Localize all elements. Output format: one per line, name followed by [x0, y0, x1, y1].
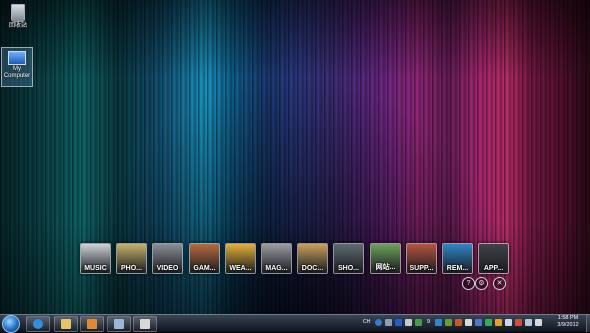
dock-tile-label: REM... — [446, 265, 469, 272]
desktop-icon-label: My Computer — [3, 66, 31, 79]
dock-tile[interactable]: MUSIC — [80, 243, 111, 274]
dock-tile[interactable]: DOC... — [297, 243, 328, 274]
clock-date: 3/9/2012 — [557, 322, 579, 328]
dock-tile-label: 网站... — [375, 264, 396, 271]
media-player-icon — [87, 319, 97, 329]
taskbar-button[interactable] — [107, 316, 131, 332]
trash-icon — [11, 4, 25, 22]
start-button[interactable] — [2, 315, 20, 333]
app-tray-icon[interactable] — [455, 319, 462, 326]
dock-tile-label: DOC... — [301, 265, 324, 272]
network-icon[interactable] — [525, 319, 532, 326]
bluetooth-icon[interactable] — [395, 319, 402, 326]
taskbar: CH 9 1:58 PM 3/9/2012 — [0, 314, 590, 333]
dock-tile[interactable]: REM... — [442, 243, 473, 274]
dock-tile-label: SUPP... — [409, 265, 434, 272]
dock-tile-label: PHO... — [120, 265, 142, 272]
dock-tile[interactable]: SHO... — [333, 243, 364, 274]
help-tray-icon[interactable] — [375, 319, 382, 326]
network-tray-icon[interactable] — [405, 319, 412, 326]
taskbar-button[interactable] — [54, 316, 78, 332]
volume-icon[interactable] — [535, 319, 542, 326]
app-icon — [114, 319, 124, 329]
computer-icon — [8, 51, 26, 65]
taskbar-button[interactable] — [80, 316, 104, 332]
keyboard-tray-icon[interactable] — [385, 319, 392, 326]
dock-tile-label: GAM... — [193, 265, 216, 272]
close-icon[interactable]: ✕ — [493, 277, 506, 290]
dock-tile-label: SHO... — [337, 265, 359, 272]
flag-tray-icon[interactable] — [515, 319, 522, 326]
dock-tile-label: VIDEO — [156, 265, 179, 272]
app-tray-icon[interactable] — [475, 319, 482, 326]
gear-icon[interactable]: ⚙ — [475, 277, 488, 290]
taskbar-button[interactable] — [133, 316, 157, 332]
dock-tile[interactable]: PHO... — [116, 243, 147, 274]
tray-number: 9 — [427, 319, 431, 325]
app-tray-icon[interactable] — [505, 319, 512, 326]
taskbar-button[interactable] — [26, 316, 50, 332]
dock-tile-label: WEA... — [229, 265, 252, 272]
dock-tile-label: MAG... — [265, 265, 288, 272]
dock-tile[interactable]: MAG... — [261, 243, 292, 274]
desktop-icon-label: 回收站 — [8, 23, 27, 29]
recycle-bin-icon[interactable]: 回收站 — [2, 4, 34, 30]
dock-tile-label: APP... — [483, 265, 504, 272]
dock-tile[interactable]: GAM... — [189, 243, 220, 274]
app-tray-icon[interactable] — [485, 319, 492, 326]
film-icon — [140, 319, 150, 329]
dock-tile-label: MUSIC — [84, 265, 107, 272]
show-desktop-button[interactable] — [586, 315, 590, 332]
security-tray-icon[interactable] — [415, 319, 422, 326]
dock-tile[interactable]: 网站... — [370, 243, 401, 274]
dock-tile[interactable]: VIDEO — [152, 243, 183, 274]
app-tray-icon[interactable] — [435, 319, 442, 326]
dock-tile[interactable]: WEA... — [225, 243, 256, 274]
explorer-icon — [61, 319, 71, 329]
app-tray-icon[interactable] — [465, 319, 472, 326]
my-computer-icon[interactable]: My Computer — [1, 47, 33, 87]
dock-tile[interactable]: APP... — [478, 243, 509, 274]
app-tray-icon[interactable] — [495, 319, 502, 326]
clock-time: 1:58 PM — [557, 315, 579, 321]
help-icon[interactable]: ? — [462, 277, 475, 290]
dock-tile[interactable]: SUPP... — [406, 243, 437, 274]
clock[interactable]: 1:58 PM 3/9/2012 — [548, 315, 588, 329]
ie-icon — [33, 319, 43, 329]
app-tray-icon[interactable] — [445, 319, 452, 326]
language-indicator[interactable]: CH — [363, 319, 370, 325]
